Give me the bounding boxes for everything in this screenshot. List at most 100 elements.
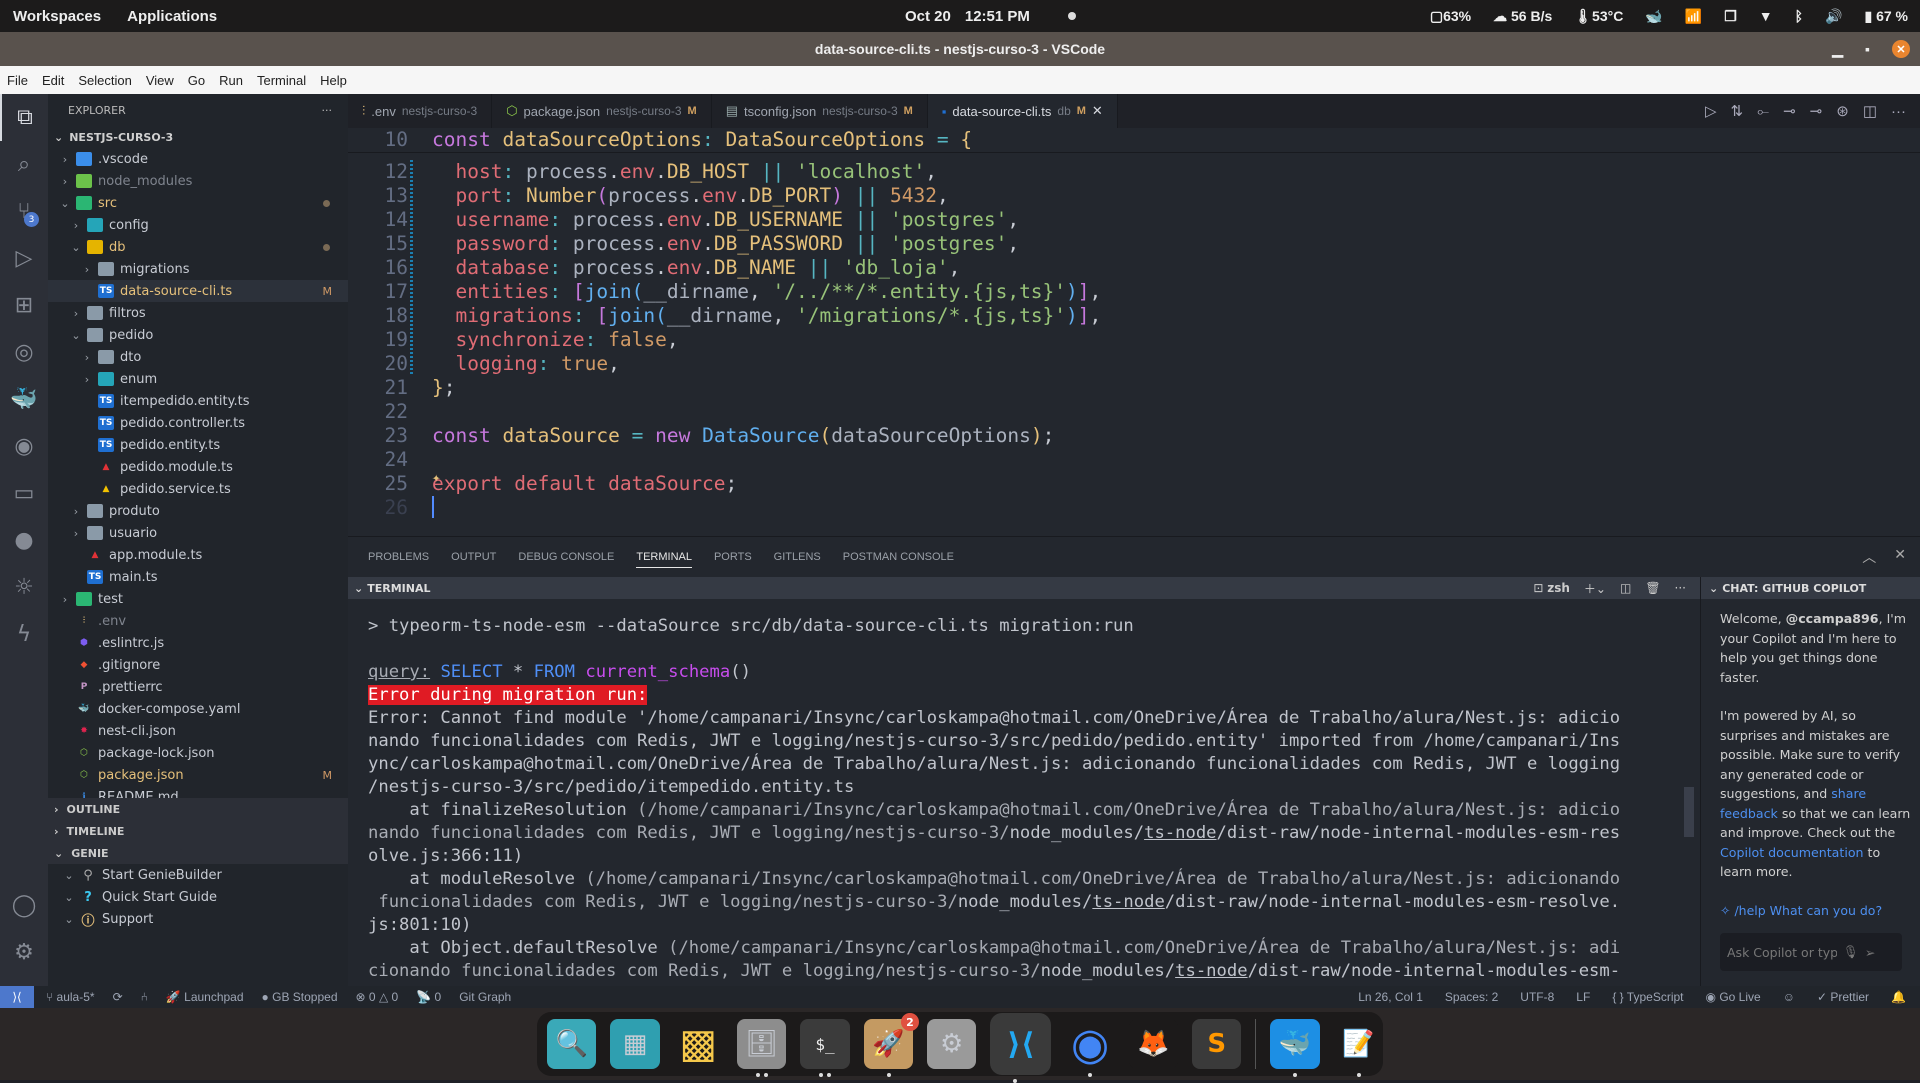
panel-tab-problems[interactable]: PROBLEMS: [368, 551, 429, 563]
close-window-button[interactable]: ✕: [1892, 40, 1910, 58]
tree-item-readme-md[interactable]: ℹ README.md: [48, 786, 348, 799]
more-actions-icon[interactable]: ···: [1675, 581, 1686, 595]
search-app[interactable]: 🔍: [547, 1019, 597, 1069]
panel-tab-ports[interactable]: PORTS: [714, 551, 752, 563]
settings-app[interactable]: ⚙: [926, 1019, 977, 1069]
branch-indicator[interactable]: ⑂ aula-5*: [46, 990, 95, 1004]
menu-file[interactable]: File: [7, 73, 28, 88]
docker-icon[interactable]: 🐳: [0, 376, 48, 423]
problems-indicator[interactable]: ⊗ 0 △ 0: [356, 990, 399, 1004]
settings-gear-icon[interactable]: ⚙: [0, 929, 48, 976]
remote-indicator[interactable]: ⟩⟨: [0, 986, 34, 1008]
tree-item--prettierrc[interactable]: P .prettierrc: [48, 676, 348, 698]
tree-item-app-module-ts[interactable]: ▲ app.module.ts: [48, 544, 348, 566]
sublime-app[interactable]: S: [1192, 1019, 1242, 1069]
terminal-output[interactable]: > typeorm-ts-node-esm --dataSource src/d…: [348, 599, 1700, 987]
git-compare-icon[interactable]: ⑃: [141, 990, 148, 1004]
clock[interactable]: Oct 20 12:51 PM: [905, 8, 1076, 25]
previous-change-icon[interactable]: ⟜: [1757, 103, 1769, 120]
tree-item-dto[interactable]: › dto: [48, 346, 348, 368]
compare-changes-icon[interactable]: ⇅: [1730, 102, 1743, 120]
genie-item-quick-start-guide[interactable]: ⌄? Quick Start Guide: [48, 886, 348, 908]
menu-edit[interactable]: Edit: [42, 73, 64, 88]
genie-icon[interactable]: ☼: [0, 564, 48, 611]
prettier-status[interactable]: ✓ Prettier: [1817, 990, 1869, 1004]
bluetooth-icon[interactable]: ᛒ: [1795, 8, 1803, 24]
run-icon[interactable]: ▷: [1705, 102, 1717, 120]
tree-item-docker-compose-yaml[interactable]: 🐳 docker-compose.yaml: [48, 698, 348, 720]
split-editor-icon[interactable]: ◫: [1863, 102, 1877, 120]
docker-tray-icon[interactable]: 🐋: [1645, 8, 1662, 25]
language-mode[interactable]: { } TypeScript: [1612, 990, 1683, 1004]
timeline-icon[interactable]: ⊸: [1783, 102, 1796, 120]
tree-item-migrations[interactable]: › migrations: [48, 258, 348, 280]
applications-button[interactable]: Applications: [127, 8, 217, 25]
tree-item-pedido-entity-ts[interactable]: TS pedido.entity.ts: [48, 434, 348, 456]
microphone-icon[interactable]: 🎙: [1843, 944, 1859, 960]
tab-package-json[interactable]: ⬡ package.json nestjs-curso-3 M: [492, 94, 712, 128]
tree-item-usuario[interactable]: › usuario: [48, 522, 348, 544]
volume-icon[interactable]: 🔊: [1825, 8, 1842, 25]
tree-item-node-modules[interactable]: › node_modules: [48, 170, 348, 192]
next-change-icon[interactable]: ⊸: [1810, 102, 1823, 120]
tree-item-config[interactable]: › config: [48, 214, 348, 236]
close-panel-icon[interactable]: ✕: [1894, 547, 1906, 567]
minimize-button[interactable]: ▁: [1832, 41, 1843, 58]
tree-item-main-ts[interactable]: TS main.ts: [48, 566, 348, 588]
cpu-indicator[interactable]: ▢63%: [1430, 8, 1471, 25]
tree-item-enum[interactable]: › enum: [48, 368, 348, 390]
terminal-scrollbar[interactable]: [1684, 787, 1694, 837]
terminal-app[interactable]: $_: [800, 1019, 850, 1077]
signal-alert-icon[interactable]: 📶: [1685, 8, 1702, 25]
firefox-app[interactable]: 🦊: [1128, 1019, 1179, 1069]
tree-item-nest-cli-json[interactable]: ✸ nest-cli.json: [48, 720, 348, 742]
menu-help[interactable]: Help: [320, 73, 347, 88]
run-debug-icon[interactable]: ▷: [0, 235, 48, 282]
network-speed[interactable]: ☁ 56 B/s: [1493, 8, 1552, 25]
send-icon[interactable]: ➢: [1865, 945, 1875, 960]
menu-terminal[interactable]: Terminal: [257, 73, 306, 88]
close-tab-icon[interactable]: ✕: [1092, 103, 1103, 119]
launchpad-button[interactable]: 🚀 Launchpad: [166, 990, 244, 1004]
sticky-scroll-line[interactable]: 10 const dataSourceOptions: DataSourceOpt…: [348, 128, 1920, 153]
notifications-bell-icon[interactable]: 🔔: [1891, 990, 1906, 1004]
encoding[interactable]: UTF-8: [1520, 990, 1554, 1004]
help-suggestion[interactable]: ✧ /help What can you do?: [1720, 901, 1911, 921]
source-control-icon[interactable]: ⑂ 3: [0, 188, 48, 235]
menu-selection[interactable]: Selection: [78, 73, 131, 88]
copilot-docs-link[interactable]: Copilot documentation: [1720, 845, 1864, 860]
tree-item-data-source-cli-ts[interactable]: TS data-source-cli.ts M: [48, 280, 348, 302]
remote-explorer-icon[interactable]: ▭: [0, 470, 48, 517]
git-graph-icon[interactable]: ◎: [0, 329, 48, 376]
postman-icon[interactable]: ●: [0, 517, 48, 564]
panel-tab-output[interactable]: OUTPUT: [451, 551, 496, 563]
app-grid[interactable]: ▩: [673, 1019, 723, 1069]
tab-tsconfig-json[interactable]: ▤ tsconfig.json nestjs-curso-3 M: [712, 94, 928, 128]
panel-tab-debug-console[interactable]: DEBUG CONSOLE: [518, 551, 614, 563]
end-of-line[interactable]: LF: [1576, 990, 1590, 1004]
git-graph-button[interactable]: Git Graph: [459, 990, 511, 1004]
split-terminal-icon[interactable]: ◫: [1620, 581, 1631, 595]
tree-item-pedido-controller-ts[interactable]: TS pedido.controller.ts: [48, 412, 348, 434]
thunder-client-icon[interactable]: ϟ: [0, 611, 48, 658]
indentation[interactable]: Spaces: 2: [1445, 990, 1498, 1004]
tree-item-pedido-module-ts[interactable]: ▲ pedido.module.ts: [48, 456, 348, 478]
vscode-app[interactable]: ⟩⟨: [990, 1013, 1052, 1083]
section-timeline[interactable]: › TIMELINE: [48, 820, 348, 842]
cursor-position[interactable]: Ln 26, Col 1: [1358, 990, 1423, 1004]
go-live-button[interactable]: ◉ Go Live: [1706, 990, 1761, 1004]
project-root[interactable]: ⌄ NESTJS-CURSO-3: [48, 126, 348, 148]
terminal-shell[interactable]: ⊡ zsh: [1533, 581, 1570, 595]
git-graph-action-icon[interactable]: ⊛: [1836, 102, 1849, 120]
tree-item-itempedido-entity-ts[interactable]: TS itempedido.entity.ts: [48, 390, 348, 412]
menu-run[interactable]: Run: [219, 73, 243, 88]
more-actions-icon[interactable]: ···: [322, 104, 333, 117]
chat-input[interactable]: Ask Copilot or type 🎙 ➢: [1720, 933, 1902, 971]
workspaces-button[interactable]: Workspaces: [13, 8, 101, 25]
installer-app[interactable]: 🚀 2: [863, 1013, 919, 1077]
gitlens-icon[interactable]: ◉: [0, 423, 48, 470]
tab--env[interactable]: ⫶ .env nestjs-curso-3: [348, 94, 493, 128]
code-editor[interactable]: 10 const dataSourceOptions: DataSourceOpt…: [348, 128, 1920, 536]
tree-item-filtros[interactable]: › filtros: [48, 302, 348, 324]
copilot-sparkle-icon[interactable]: ✦: [432, 466, 440, 490]
